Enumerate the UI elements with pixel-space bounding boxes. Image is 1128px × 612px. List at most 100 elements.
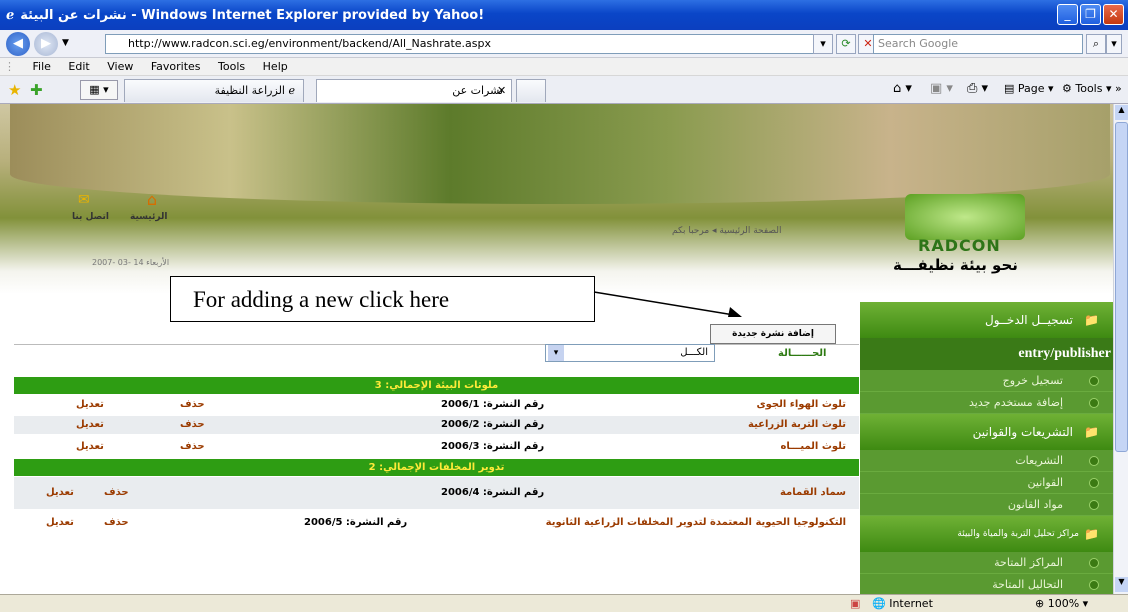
- history-dropdown-icon[interactable]: ▼: [62, 38, 69, 48]
- folder-icon: 📁: [1084, 313, 1099, 327]
- favorites-star-icon[interactable]: ★: [8, 81, 21, 99]
- sidebar-item-available-analyses[interactable]: التحاليل المتاحة: [860, 574, 1113, 596]
- feeds-icon[interactable]: ▣ ▾: [930, 81, 953, 96]
- menu-edit[interactable]: Edit: [61, 58, 96, 75]
- radcon-logo-image: [905, 194, 1025, 240]
- menu-help[interactable]: Help: [256, 58, 295, 75]
- menu-favorites[interactable]: Favorites: [144, 58, 208, 75]
- table-row: التكنولوجيا الحيوية المعتمدة لتدوير المخ…: [14, 514, 859, 532]
- add-favorite-icon[interactable]: ✚: [30, 81, 43, 99]
- status-bar: ▣ 🌐 Internet ⊕ 100% ▾: [0, 594, 1128, 612]
- ie-icon: ℯ: [6, 7, 15, 23]
- menu-view[interactable]: View: [100, 58, 140, 75]
- bulletin-title[interactable]: تلوث التربة الزراعية: [748, 416, 846, 434]
- tab-clean-agriculture[interactable]: الزراعة النظيفة ℯ: [124, 79, 304, 102]
- delete-link[interactable]: حذف: [104, 484, 129, 502]
- annotation-callout: For adding a new click here: [170, 276, 595, 322]
- tab-bar: ★ ✚ ▦ ▾ الزراعة النظيفة ℯ ✕نشرات عن البي…: [0, 76, 1128, 118]
- page-menu[interactable]: ▤ Page ▾: [1004, 82, 1054, 95]
- scroll-down-icon[interactable]: ▼: [1115, 577, 1128, 592]
- close-button[interactable]: ✕: [1103, 4, 1124, 25]
- radcon-logo-text: RADCON: [918, 236, 1001, 255]
- sidebar-item-logout[interactable]: تسجيل خروج: [860, 370, 1113, 392]
- delete-link[interactable]: حذف: [180, 396, 205, 414]
- edit-link[interactable]: تعديل: [76, 396, 104, 414]
- url-dropdown-icon[interactable]: ▾: [813, 34, 833, 54]
- sidebar: تسجيــل الدخــول 📁 entry/publisher تسجيل …: [860, 302, 1113, 596]
- url-input[interactable]: http://www.radcon.sci.eg/environment/bac…: [105, 34, 833, 54]
- zoom-control[interactable]: ⊕ 100% ▾: [1035, 597, 1088, 610]
- home-page-icon[interactable]: ⌂: [137, 190, 167, 210]
- bulletin-title[interactable]: تلوث الميـــاه: [780, 438, 846, 456]
- sidebar-item-law-articles[interactable]: مواد القانون: [860, 494, 1113, 516]
- sidebar-item-add-user[interactable]: إضافة مستخدم جديد: [860, 392, 1113, 414]
- delete-link[interactable]: حذف: [180, 438, 205, 456]
- search-icon[interactable]: ⌕: [1086, 34, 1106, 54]
- vertical-scrollbar[interactable]: ▲ ▼: [1113, 104, 1128, 594]
- maximize-button[interactable]: ❐: [1080, 4, 1101, 25]
- tab-environment-bulletins[interactable]: ✕نشرات عن البيئة ℯ: [316, 79, 512, 118]
- sidebar-item-available-centers[interactable]: المراكز المتاحة: [860, 552, 1113, 574]
- table-row: تلوث التربة الزراعية رقم النشرة: 2006/2 …: [14, 416, 859, 434]
- new-tab-button[interactable]: [516, 79, 546, 102]
- delete-link[interactable]: حذف: [180, 416, 205, 434]
- delete-link[interactable]: حذف: [104, 514, 129, 532]
- bulletin-number: رقم النشرة: 2006/3: [441, 441, 545, 452]
- bulletin-title[interactable]: تلوث الهواء الجوى: [756, 396, 846, 414]
- bulletin-number: رقم النشرة: 2006/2: [441, 419, 545, 430]
- window-title: نشرات عن البيئة - Windows Internet Explo…: [20, 7, 485, 23]
- divider: [14, 344, 859, 345]
- contact-link[interactable]: اتصل بنا: [72, 212, 109, 222]
- quick-tabs-button[interactable]: ▦ ▾: [80, 80, 118, 100]
- home-link[interactable]: الرئيسية: [130, 212, 167, 222]
- bulletin-title[interactable]: سماد القمامة: [780, 484, 846, 502]
- minimize-button[interactable]: _: [1057, 4, 1078, 25]
- bulletin-number: رقم النشرة: 2006/1: [441, 399, 545, 410]
- zone-indicator: 🌐 Internet: [872, 597, 933, 610]
- breadcrumb: الصفحة الرئيسية ◂ مرحبا بكم: [672, 226, 782, 236]
- bulletin-number: رقم النشرة: 2006/5: [304, 517, 408, 528]
- bulletin-title[interactable]: التكنولوجيا الحيوية المعتمدة لتدوير المخ…: [546, 514, 846, 532]
- refresh-icon[interactable]: ⟳: [836, 34, 856, 54]
- forward-button[interactable]: ▶: [34, 32, 58, 56]
- edit-link[interactable]: تعديل: [76, 416, 104, 434]
- folder-icon: 📁: [1084, 527, 1099, 541]
- sidebar-login-header[interactable]: تسجيــل الدخــول 📁: [860, 302, 1113, 338]
- address-bar: ◀ ▶ ▼ http://www.radcon.sci.eg/environme…: [0, 30, 1128, 58]
- security-icon: ▣: [850, 597, 861, 610]
- table-row: سماد القمامة رقم النشرة: 2006/4 حذف تعدي…: [14, 477, 859, 509]
- sidebar-item-legislations[interactable]: التشريعات: [860, 450, 1113, 472]
- section-header-pollutants: ملوثات البيئة الإجمالي: 3: [14, 377, 859, 394]
- edit-link[interactable]: تعديل: [46, 484, 74, 502]
- menu-tools[interactable]: Tools: [211, 58, 252, 75]
- search-input[interactable]: Search Google: [873, 34, 1083, 54]
- slogan: نحو بيئة نظيفـــة: [893, 256, 1018, 274]
- menu-file[interactable]: File: [26, 58, 58, 75]
- sidebar-centers-header[interactable]: مراكز تحليل التربة والمياة والبيئة 📁: [860, 516, 1113, 552]
- status-filter-select[interactable]: الكـــل ▾: [545, 344, 715, 362]
- search-options-icon[interactable]: ▾: [1106, 34, 1122, 54]
- current-date: 2007- 03- 14 الأربعاء: [92, 258, 170, 267]
- sidebar-item-laws[interactable]: القوانين: [860, 472, 1113, 494]
- scrollbar-thumb[interactable]: [1115, 122, 1128, 452]
- back-button[interactable]: ◀: [6, 32, 30, 56]
- edit-link[interactable]: تعديل: [46, 514, 74, 532]
- print-icon[interactable]: ⎙ ▾: [967, 81, 988, 96]
- sidebar-laws-header[interactable]: التشريعات والقوانين 📁: [860, 414, 1113, 450]
- menu-bar: ⋮ File Edit View Favorites Tools Help: [0, 58, 1128, 76]
- section-header-recycling: تدوير المخلفات الإجمالي: 2: [14, 459, 859, 476]
- table-row: تلوث الهواء الجوى رقم النشرة: 2006/1 حذف…: [14, 396, 859, 414]
- tools-menu[interactable]: ⚙ Tools ▾ »: [1062, 82, 1122, 95]
- home-icon[interactable]: ⌂ ▾: [893, 81, 912, 96]
- annotation-arrow: [593, 291, 742, 317]
- edit-link[interactable]: تعديل: [76, 438, 104, 456]
- window-title-bar: ℯ نشرات عن البيئة - Windows Internet Exp…: [0, 0, 1128, 30]
- contact-icon[interactable]: ✉: [78, 192, 100, 210]
- menu-grip: ⋮: [4, 60, 15, 73]
- banner-photo-image: [10, 104, 1110, 204]
- folder-icon: 📁: [1084, 425, 1099, 439]
- bulletin-number: رقم النشرة: 2006/4: [441, 487, 545, 498]
- add-bulletin-button[interactable]: إضافة نشرة جديدة: [710, 324, 836, 344]
- scroll-up-icon[interactable]: ▲: [1115, 105, 1128, 120]
- tab-close-icon[interactable]: ✕: [497, 80, 506, 101]
